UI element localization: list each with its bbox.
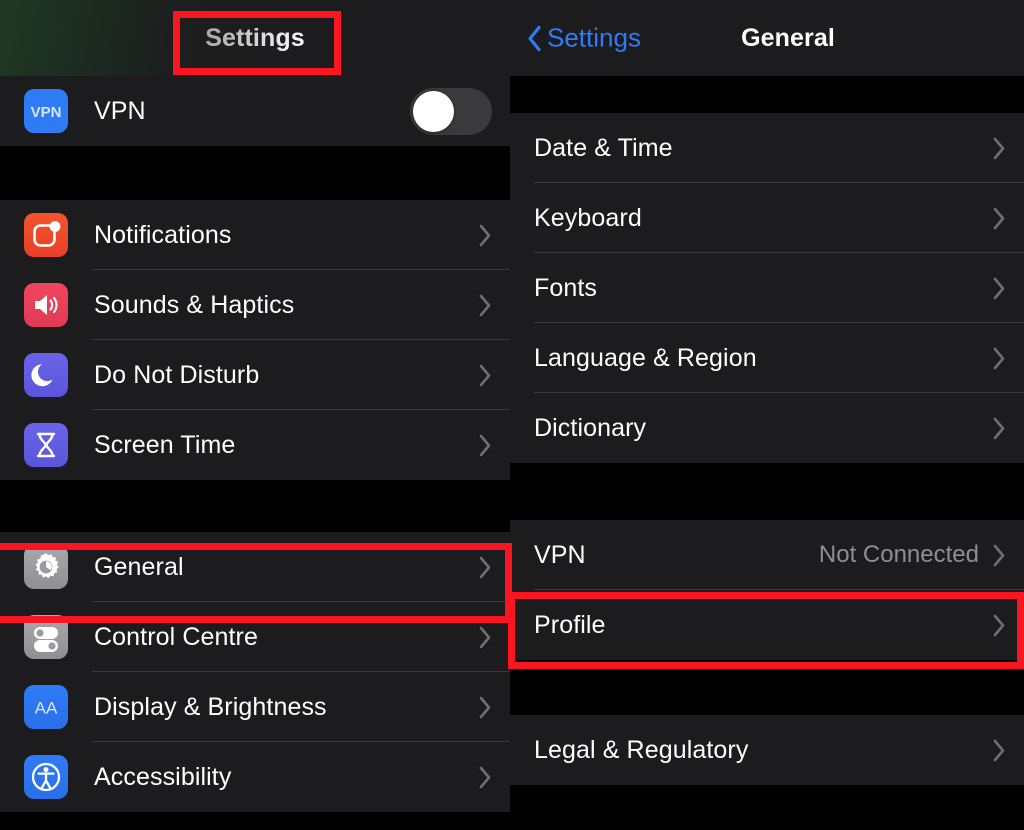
sidebar-item-general[interactable]: General bbox=[0, 532, 510, 602]
chevron-right-icon bbox=[479, 294, 492, 317]
chevron-right-icon bbox=[479, 766, 492, 789]
sidebar-item-accessibility[interactable]: Accessibility bbox=[0, 742, 510, 812]
section-gap bbox=[510, 76, 1024, 113]
sidebar-item-label: Control Centre bbox=[94, 623, 258, 652]
accessibility-icon bbox=[24, 755, 68, 799]
sidebar-group-vpn: VPN VPN bbox=[0, 76, 510, 146]
svg-text:VPN: VPN bbox=[31, 104, 62, 121]
chevron-right-icon bbox=[479, 626, 492, 649]
section-gap bbox=[510, 660, 1024, 715]
chevron-right-icon bbox=[479, 434, 492, 457]
sidebar-item-display-brightness[interactable]: AA Display & Brightness bbox=[0, 672, 510, 742]
detail-item-label: Language & Region bbox=[534, 344, 757, 373]
detail-item-label: Profile bbox=[534, 611, 606, 640]
svg-text:AA: AA bbox=[35, 699, 58, 718]
do-not-disturb-icon bbox=[24, 353, 68, 397]
detail-page-title: General bbox=[552, 24, 1024, 53]
sidebar-item-sounds-haptics[interactable]: Sounds & Haptics bbox=[0, 270, 510, 340]
chevron-right-icon bbox=[993, 137, 1006, 160]
sidebar-item-label: Accessibility bbox=[94, 763, 231, 792]
detail-item-date-time[interactable]: Date & Time bbox=[510, 113, 1024, 183]
sidebar-item-do-not-disturb[interactable]: Do Not Disturb bbox=[0, 340, 510, 410]
detail-item-label: Keyboard bbox=[534, 204, 642, 233]
toggle-knob bbox=[413, 91, 454, 132]
detail-group-legal: Legal & Regulatory bbox=[510, 715, 1024, 785]
detail-item-vpn[interactable]: VPN Not Connected bbox=[510, 520, 1024, 590]
settings-sidebar-panel: Settings VPN VPN bbox=[0, 0, 510, 830]
screen-time-icon bbox=[24, 423, 68, 467]
detail-item-label: Dictionary bbox=[534, 414, 646, 443]
detail-item-keyboard[interactable]: Keyboard bbox=[510, 183, 1024, 253]
chevron-right-icon bbox=[479, 556, 492, 579]
chevron-right-icon bbox=[479, 364, 492, 387]
detail-item-fonts[interactable]: Fonts bbox=[510, 253, 1024, 323]
detail-item-label: Date & Time bbox=[534, 134, 673, 163]
sidebar-item-label: Screen Time bbox=[94, 431, 235, 460]
sidebar-item-control-centre[interactable]: Control Centre bbox=[0, 602, 510, 672]
chevron-right-icon bbox=[993, 347, 1006, 370]
control-centre-icon bbox=[24, 615, 68, 659]
section-gap bbox=[0, 146, 510, 200]
sidebar-item-vpn[interactable]: VPN VPN bbox=[0, 76, 510, 146]
sidebar-item-label: VPN bbox=[94, 97, 146, 126]
vpn-icon: VPN bbox=[24, 89, 68, 133]
section-gap bbox=[510, 463, 1024, 520]
vpn-status-value: Not Connected bbox=[819, 541, 993, 569]
sidebar-item-label: Display & Brightness bbox=[94, 693, 327, 722]
sounds-icon bbox=[24, 283, 68, 327]
chevron-right-icon bbox=[993, 544, 1006, 567]
sidebar-item-label: Sounds & Haptics bbox=[94, 291, 294, 320]
chevron-right-icon bbox=[993, 277, 1006, 300]
detail-item-language-region[interactable]: Language & Region bbox=[510, 323, 1024, 393]
chevron-right-icon bbox=[993, 614, 1006, 637]
section-gap bbox=[0, 480, 510, 532]
detail-navbar: Settings General bbox=[510, 0, 1024, 76]
sidebar-item-notifications[interactable]: Notifications bbox=[0, 200, 510, 270]
sidebar-item-label: General bbox=[94, 553, 184, 582]
sidebar-item-label: Do Not Disturb bbox=[94, 361, 259, 390]
detail-item-dictionary[interactable]: Dictionary bbox=[510, 393, 1024, 463]
chevron-right-icon bbox=[993, 207, 1006, 230]
notifications-icon bbox=[24, 213, 68, 257]
detail-item-profile[interactable]: Profile bbox=[510, 590, 1024, 660]
sidebar-group-notifications: Notifications Sounds & Haptics bbox=[0, 200, 510, 480]
gear-icon bbox=[24, 545, 68, 589]
general-detail-panel: Settings General Date & Time Keyboard bbox=[510, 0, 1024, 830]
chevron-left-icon bbox=[527, 25, 542, 51]
sidebar-group-general: General Control Centre bbox=[0, 532, 510, 812]
page-title: Settings bbox=[205, 24, 304, 53]
detail-item-legal-regulatory[interactable]: Legal & Regulatory bbox=[510, 715, 1024, 785]
vpn-toggle-switch[interactable] bbox=[410, 88, 492, 135]
chevron-right-icon bbox=[993, 417, 1006, 440]
chevron-right-icon bbox=[479, 224, 492, 247]
sidebar-item-label: Notifications bbox=[94, 221, 231, 250]
detail-item-label: VPN bbox=[534, 541, 586, 570]
detail-item-label: Legal & Regulatory bbox=[534, 736, 748, 765]
sidebar-navbar: Settings bbox=[0, 0, 510, 76]
detail-group-datetime: Date & Time Keyboard Fonts bbox=[510, 113, 1024, 463]
chevron-right-icon bbox=[479, 696, 492, 719]
display-brightness-icon: AA bbox=[24, 685, 68, 729]
detail-group-vpn-profile: VPN Not Connected Profile bbox=[510, 520, 1024, 660]
sidebar-item-screen-time[interactable]: Screen Time bbox=[0, 410, 510, 480]
ios-settings-screenshot: Settings VPN VPN bbox=[0, 0, 1024, 830]
detail-item-label: Fonts bbox=[534, 274, 597, 303]
chevron-right-icon bbox=[993, 739, 1006, 762]
